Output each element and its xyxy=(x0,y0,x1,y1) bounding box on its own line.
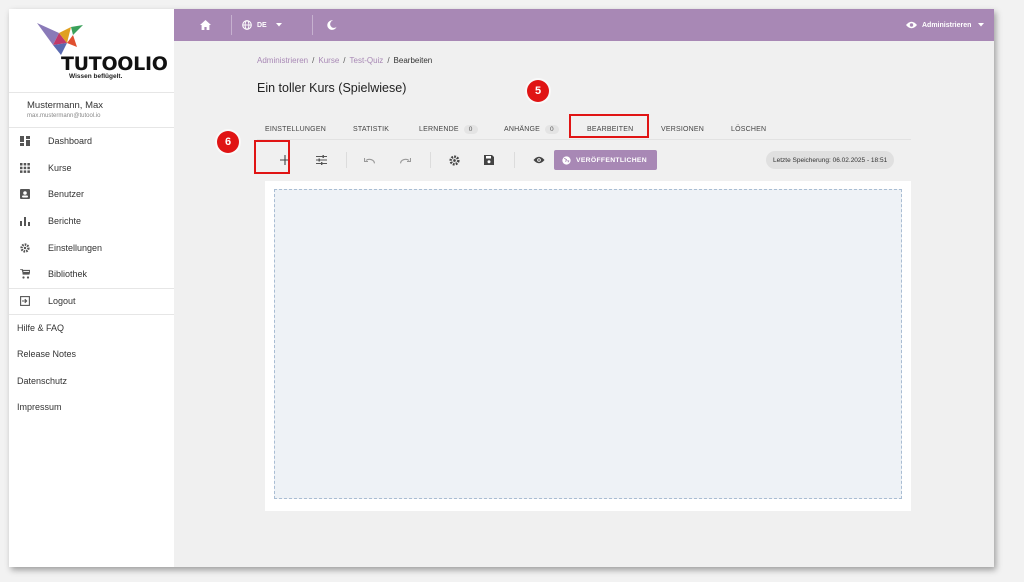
breadcrumb-item[interactable]: Kurse xyxy=(318,56,339,65)
divider xyxy=(312,15,313,35)
publish-button[interactable]: VERÖFFENTLICHEN xyxy=(554,150,657,170)
editor-toolbar: VERÖFFENTLICHEN Letzte Speicherung: 06.0… xyxy=(257,147,911,173)
sidebar-item-label: Bibliothek xyxy=(48,269,88,280)
step-badge-6: 6 xyxy=(217,131,239,153)
cart-icon xyxy=(20,269,30,279)
user-name: Mustermann, Max xyxy=(27,100,104,111)
settings-button[interactable] xyxy=(444,150,464,170)
tab-label: LERNENDE xyxy=(419,125,459,133)
sidebar-item-benutzer[interactable]: Benutzer xyxy=(9,181,174,208)
sidebar-item-berichte[interactable]: Berichte xyxy=(9,208,174,235)
language-label: DE xyxy=(257,21,267,29)
brand-logo[interactable]: TUTOOLIO Wissen beflügelt. xyxy=(9,9,174,93)
admin-label: Administrieren xyxy=(922,21,972,29)
preview-button[interactable] xyxy=(529,150,549,170)
brand-name: TUTOOLIO xyxy=(61,53,168,75)
app-window: TUTOOLIO Wissen beflügelt. Mustermann, M… xyxy=(9,9,994,567)
user-email: max.mustermann@tutool.io xyxy=(27,113,101,119)
tune-icon xyxy=(315,155,327,165)
bar-chart-icon xyxy=(20,216,30,227)
gear-icon xyxy=(20,243,30,253)
tab-label: VERSIONEN xyxy=(661,125,705,133)
undo-button[interactable] xyxy=(359,150,379,170)
tab-anhaenge[interactable]: ANHÄNGE 0 xyxy=(504,119,559,139)
tab-label: LÖSCHEN xyxy=(731,125,767,133)
toolbar-divider xyxy=(346,152,347,168)
admin-menu[interactable]: Administrieren xyxy=(906,9,985,41)
sidebar-item-label: Dashboard xyxy=(48,136,93,147)
count-badge: 0 xyxy=(545,124,559,134)
publish-label: VERÖFFENTLICHEN xyxy=(576,156,647,164)
sidebar-item-label: Kurse xyxy=(48,162,72,173)
save-button[interactable] xyxy=(479,150,499,170)
content-dropzone[interactable] xyxy=(274,189,902,499)
sidebar-item-label: Logout xyxy=(48,296,76,307)
page-title: Ein toller Kurs (Spielwiese) xyxy=(257,81,407,95)
sidebar-item-logout[interactable]: Logout xyxy=(9,287,174,315)
sidebar-item-dashboard[interactable]: Dashboard xyxy=(9,128,174,155)
sidebar-item-label: Benutzer xyxy=(48,189,85,200)
editor-canvas xyxy=(265,181,911,511)
eye-icon xyxy=(533,156,545,164)
count-badge: 0 xyxy=(463,124,478,134)
sidebar: TUTOOLIO Wissen beflügelt. Mustermann, M… xyxy=(9,9,174,567)
sidebar-item-kurse[interactable]: Kurse xyxy=(9,155,174,182)
toolbar-divider xyxy=(430,152,431,168)
caret-down-icon xyxy=(275,23,282,27)
redo-button[interactable] xyxy=(395,150,415,170)
toolbar-divider xyxy=(514,152,515,168)
tab-divider xyxy=(257,139,911,140)
sidebar-link-impressum[interactable]: Impressum xyxy=(9,394,174,421)
tab-einstellungen[interactable]: EINSTELLUNGEN xyxy=(265,119,326,139)
redo-icon xyxy=(399,157,411,163)
top-bar: DE Administrieren xyxy=(174,9,994,41)
breadcrumb-current: Bearbeiten xyxy=(393,56,433,65)
highlight-bearbeiten-tab xyxy=(569,114,649,138)
dashboard-icon xyxy=(20,136,30,147)
moon-icon xyxy=(327,20,337,30)
brand-tagline: Wissen beflügelt. xyxy=(69,73,123,80)
breadcrumb: Administrieren / Kurse / Test-Quiz / Bearbeite… xyxy=(257,56,433,65)
tab-loeschen[interactable]: LÖSCHEN xyxy=(731,119,766,139)
eye-icon xyxy=(906,21,917,29)
user-icon xyxy=(20,189,30,200)
tab-label: EINSTELLUNGEN xyxy=(265,125,326,133)
sidebar-link-hilfe[interactable]: Hilfe & FAQ xyxy=(9,314,174,341)
tab-statistik[interactable]: STATISTIK xyxy=(353,119,389,139)
sidebar-link-datenschutz[interactable]: Datenschutz xyxy=(9,367,174,394)
breadcrumb-item[interactable]: Administrieren xyxy=(257,56,308,65)
undo-icon xyxy=(363,157,375,163)
logout-icon xyxy=(20,296,30,307)
tab-lernende[interactable]: LERNENDE 0 xyxy=(419,119,478,139)
last-saved-chip: Letzte Speicherung: 06.02.2025 - 18:51 xyxy=(766,151,895,169)
divider xyxy=(231,15,232,35)
language-selector[interactable]: DE xyxy=(242,9,282,41)
home-button[interactable] xyxy=(200,9,211,41)
user-profile[interactable]: Mustermann, Max max.mustermann@tutool.io xyxy=(9,93,174,128)
adjust-button[interactable] xyxy=(311,150,331,170)
caret-down-icon xyxy=(978,23,985,27)
tab-label: STATISTIK xyxy=(353,125,390,133)
sidebar-item-label: Berichte xyxy=(48,216,82,227)
tab-versionen[interactable]: VERSIONEN xyxy=(661,119,704,139)
tab-label: ANHÄNGE xyxy=(504,125,541,133)
highlight-add-button xyxy=(254,140,290,174)
save-icon xyxy=(484,155,494,165)
dark-mode-toggle[interactable] xyxy=(327,9,337,41)
sidebar-item-einstellungen[interactable]: Einstellungen xyxy=(9,234,174,261)
sidebar-item-bibliothek[interactable]: Bibliothek xyxy=(9,261,174,288)
sidebar-link-release-notes[interactable]: Release Notes xyxy=(9,341,174,368)
breadcrumb-item[interactable]: Test-Quiz xyxy=(350,56,384,65)
globe-icon xyxy=(562,155,571,165)
home-icon xyxy=(200,20,211,30)
globe-icon xyxy=(242,20,252,30)
sidebar-item-label: Einstellungen xyxy=(48,242,103,253)
step-badge-5: 5 xyxy=(527,80,549,102)
gear-icon xyxy=(448,154,460,166)
grid-icon xyxy=(20,162,30,173)
